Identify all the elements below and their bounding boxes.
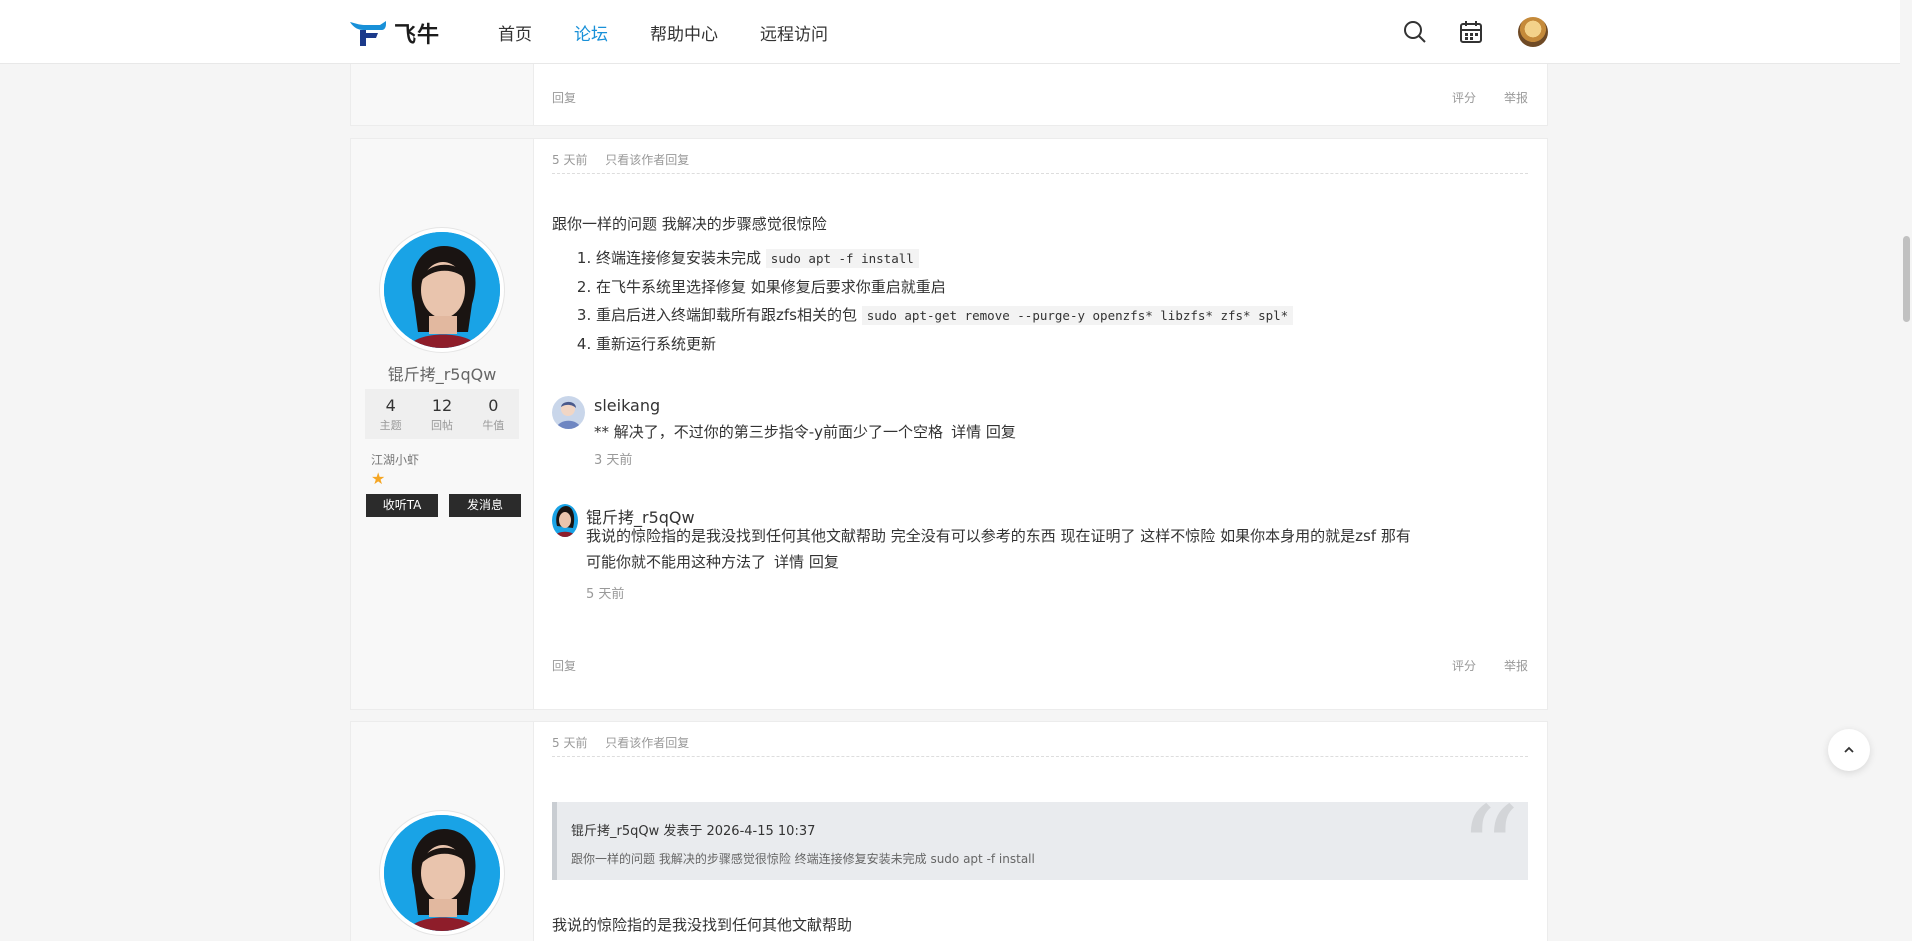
rate-link[interactable]: 评分	[1452, 657, 1476, 674]
scrollbar[interactable]	[1900, 0, 1912, 922]
comment-time: 5 天前	[586, 587, 625, 602]
commenter-avatar[interactable]	[552, 396, 585, 429]
nav-help-center[interactable]: 帮助中心	[650, 20, 718, 45]
code-snippet: sudo apt -f install	[765, 249, 919, 268]
post-body: 5 天前 只看该作者回复 跟你一样的问题 我解决的步骤感觉很惊险 终端连接修复安…	[533, 139, 1547, 709]
commenter-name[interactable]: sleikang	[594, 396, 660, 415]
bull-logo-icon	[350, 21, 386, 46]
post-footer: 回复 评分 举报	[552, 657, 1528, 673]
author-stats: 4 主题 12 回帖 0 牛值	[365, 389, 519, 439]
post-time: 5 天前	[552, 153, 588, 167]
top-header: 飞牛 首页 论坛 帮助中心 远程访问	[0, 0, 1912, 64]
list-item: 重新运行系统更新	[596, 330, 1528, 358]
divider	[552, 756, 1528, 757]
report-link[interactable]: 举报	[1504, 89, 1528, 106]
post-body: 5 天前 只看该作者回复 锟斤拷_r5qQw 发表于 2026-4-15 10:…	[533, 722, 1547, 941]
calendar-icon[interactable]	[1457, 18, 1485, 46]
author-rank[interactable]: 江湖小虾	[371, 451, 419, 468]
post-author-sidebar	[351, 722, 534, 941]
detail-link[interactable]: 详情	[774, 553, 804, 571]
previous-post: 回复 评分 举报	[350, 64, 1548, 126]
list-item: 在飞牛系统里选择修复 如果修复后要求你重启就重启	[596, 273, 1528, 301]
site-logo[interactable]: 飞牛	[348, 17, 440, 49]
detail-link[interactable]: 详情	[951, 423, 981, 441]
report-link[interactable]: 举报	[1504, 657, 1528, 674]
author-name[interactable]: 锟斤拷_r5qQw	[351, 361, 533, 385]
post-body: 回复 评分 举报	[533, 64, 1547, 125]
back-to-top-button[interactable]	[1828, 729, 1870, 771]
star-icon: ★	[371, 469, 386, 488]
rate-link[interactable]: 评分	[1452, 89, 1476, 106]
comment-item: sleikang ** 解决了，不过你的第三步指令-y前面少了一个空格 详情 回复…	[552, 396, 1528, 476]
only-author-link[interactable]: 只看该作者回复	[605, 153, 689, 167]
comment-item: 锟斤拷_r5qQw 我说的惊险指的是我没找到任何其他文献帮助 完全没有可以参考的…	[552, 504, 1528, 604]
post-footer: 回复 评分 举报	[552, 89, 1528, 105]
reply-link[interactable]: 回复	[809, 553, 839, 571]
post-content: 我说的惊险指的是我没找到任何其他文献帮助	[552, 914, 1528, 935]
post-time: 5 天前	[552, 736, 588, 750]
post-author-sidebar	[351, 64, 534, 125]
quote-mark-icon: “	[1458, 782, 1520, 921]
steps-list: 终端连接修复安装未完成 sudo apt -f install 在飞牛系统里选择…	[552, 244, 1528, 358]
user-avatar[interactable]	[1518, 17, 1548, 47]
reply-link[interactable]: 回复	[986, 423, 1016, 441]
commenter-avatar[interactable]	[552, 504, 578, 537]
only-author-link[interactable]: 只看该作者回复	[605, 736, 689, 750]
reply-link[interactable]: 回复	[552, 657, 576, 674]
list-item: 重启后进入终端卸载所有跟zfs相关的包 sudo apt-get remove …	[596, 301, 1528, 330]
chevron-up-icon	[1844, 746, 1854, 753]
comment-time: 3 天前	[594, 453, 633, 468]
post-content: 跟你一样的问题 我解决的步骤感觉很惊险 终端连接修复安装未完成 sudo apt…	[552, 213, 1528, 358]
list-item: 终端连接修复安装未完成 sudo apt -f install	[596, 244, 1528, 273]
comment-text: ** 解决了，不过你的第三步指令-y前面少了一个空格 详情 回复	[594, 423, 1016, 441]
nav-forum[interactable]: 论坛	[574, 20, 608, 45]
post-meta: 5 天前 只看该作者回复	[552, 151, 703, 168]
scrollbar-thumb[interactable]	[1903, 236, 1910, 322]
search-icon[interactable]	[1401, 18, 1429, 46]
nav-home[interactable]: 首页	[498, 20, 532, 45]
reply-link[interactable]: 回复	[552, 89, 576, 106]
stat-niu-value[interactable]: 0 牛值	[468, 389, 519, 439]
comment-text: 我说的惊险指的是我没找到任何其他文献帮助 完全没有可以参考的东西 现在证明了 这…	[586, 527, 1411, 571]
follow-button[interactable]: 收听TA	[366, 494, 438, 517]
stat-replies[interactable]: 12 回帖	[416, 389, 467, 439]
forum-post: 5 天前 只看该作者回复 锟斤拷_r5qQw 发表于 2026-4-15 10:…	[350, 721, 1548, 941]
code-snippet: sudo apt-get remove --purge-y openzfs* l…	[861, 306, 1294, 325]
author-avatar[interactable]	[380, 228, 504, 352]
quote-block: 锟斤拷_r5qQw 发表于 2026-4-15 10:37 跟你一样的问题 我解…	[552, 792, 1528, 912]
stat-threads[interactable]: 4 主题	[365, 389, 416, 439]
brand-name: 飞牛	[394, 23, 441, 48]
divider	[552, 173, 1528, 174]
post-author-sidebar: 锟斤拷_r5qQw 4 主题 12 回帖 0 牛值 江湖小虾 ★ 收听TA 发消…	[351, 139, 534, 709]
author-avatar[interactable]	[380, 811, 504, 935]
send-message-button[interactable]: 发消息	[449, 494, 521, 517]
post-text: 我说的惊险指的是我没找到任何其他文献帮助	[552, 916, 853, 934]
post-intro: 跟你一样的问题 我解决的步骤感觉很惊险	[552, 215, 827, 233]
quote-header: 锟斤拷_r5qQw 发表于 2026-4-15 10:37	[571, 824, 816, 839]
quote-body: 跟你一样的问题 我解决的步骤感觉很惊险 终端连接修复安装未完成 sudo apt…	[571, 852, 1035, 866]
nav-remote-access[interactable]: 远程访问	[760, 20, 828, 45]
main-nav: 首页 论坛 帮助中心 远程访问	[498, 0, 870, 64]
forum-post: 锟斤拷_r5qQw 4 主题 12 回帖 0 牛值 江湖小虾 ★ 收听TA 发消…	[350, 138, 1548, 710]
post-meta: 5 天前 只看该作者回复	[552, 734, 703, 751]
